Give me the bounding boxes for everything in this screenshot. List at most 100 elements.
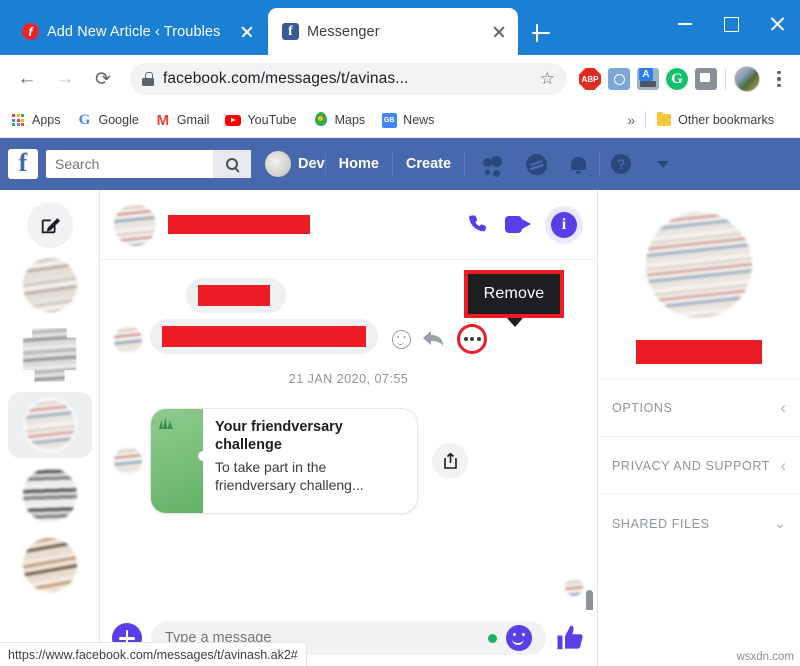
card-thumbnail <box>151 409 208 513</box>
reload-icon[interactable]: ⟳ <box>86 62 120 96</box>
tab-close-icon[interactable] <box>238 23 256 41</box>
screenshot-icon[interactable] <box>695 68 717 90</box>
nav-home[interactable]: Home <box>326 156 392 172</box>
grammarly-icon[interactable]: G <box>666 68 688 90</box>
facebook-user-link[interactable]: Dev <box>265 151 325 177</box>
minimize-icon[interactable] <box>662 0 708 48</box>
tab-close-icon[interactable] <box>490 23 508 41</box>
tab-title: Add New Article ‹ Troubles <box>47 23 221 40</box>
thread-scrollbar[interactable] <box>586 590 593 610</box>
folder-icon <box>656 111 672 128</box>
bookmark-label: Google <box>98 113 139 127</box>
bookmark-gmail[interactable]: M Gmail <box>155 112 210 128</box>
seen-receipt-avatar <box>565 578 583 596</box>
bookmark-youtube[interactable]: YouTube <box>225 112 297 128</box>
friend-requests-icon[interactable] <box>473 147 515 181</box>
kebab-menu-icon[interactable] <box>768 71 790 87</box>
search-icon[interactable] <box>213 150 251 178</box>
browser-tab-bar: f Add New Article ‹ Troubles f Messenger <box>0 0 800 55</box>
list-item[interactable] <box>8 462 92 528</box>
panel-section-shared-files[interactable]: SHARED FILES ⌄ <box>598 494 800 552</box>
bookmark-google[interactable]: G Google <box>77 112 139 128</box>
tab-title: Messenger <box>307 23 380 40</box>
message-timestamp: 21 JAN 2020, 07:55 <box>288 372 409 386</box>
avatar <box>114 326 142 354</box>
avatar[interactable] <box>646 212 752 318</box>
facebook-nav-icons <box>473 147 599 181</box>
address-bar[interactable]: facebook.com/messages/t/avinas... ☆ <box>130 63 567 95</box>
avatar <box>22 328 77 382</box>
details-panel: OPTIONS ‹ PRIVACY AND SUPPORT ‹ SHARED F… <box>598 190 800 666</box>
reply-icon[interactable] <box>423 330 445 348</box>
avatar <box>22 258 77 312</box>
browser-tab-1[interactable]: f Add New Article ‹ Troubles <box>8 8 266 55</box>
profile-avatar[interactable] <box>734 66 760 92</box>
more-actions-icon[interactable] <box>457 324 487 354</box>
facebook-logo-icon[interactable]: f <box>8 149 38 179</box>
message-thread: Remove 21 JAN 2020, 07:55 Your friendver… <box>100 260 597 610</box>
adblock-plus-icon[interactable]: ABP <box>579 68 601 90</box>
bookmark-maps[interactable]: Maps <box>313 112 365 128</box>
nav-create[interactable]: Create <box>393 156 464 172</box>
avatar <box>114 203 156 246</box>
avatar <box>22 468 77 522</box>
list-item[interactable] <box>7 392 92 458</box>
bookmark-news[interactable]: GB News <box>381 112 434 128</box>
news-icon: GB <box>381 112 397 128</box>
red-circle-icon: f <box>22 23 39 40</box>
back-arrow-icon[interactable]: ← <box>10 62 44 96</box>
navbar-divider <box>464 152 466 176</box>
lock-icon <box>142 72 154 86</box>
forward-arrow-icon[interactable]: → <box>48 62 82 96</box>
bookmark-apps[interactable]: Apps <box>10 112 61 128</box>
avatar <box>265 151 291 177</box>
avatar <box>114 447 142 475</box>
message-bubble[interactable] <box>150 319 378 354</box>
conversation-actions: i <box>467 205 583 244</box>
new-tab-button[interactable] <box>528 20 554 46</box>
facebook-user-name: Dev <box>298 156 325 172</box>
help-icon[interactable]: ? <box>600 147 642 181</box>
section-label: OPTIONS <box>612 400 673 415</box>
notifications-icon[interactable] <box>557 147 599 181</box>
list-item[interactable] <box>8 532 92 598</box>
section-label: SHARED FILES <box>612 516 710 531</box>
conversation-panel: i Remove 21 JAN 2020, 07:55 Your friendv… <box>100 190 598 666</box>
camera-icon[interactable] <box>608 68 630 90</box>
react-emoji-icon[interactable] <box>392 329 411 349</box>
bookmark-star-icon[interactable]: ☆ <box>540 69 555 89</box>
address-bar-url: facebook.com/messages/t/avinas... <box>163 70 409 87</box>
compose-icon[interactable] <box>26 202 73 248</box>
thumbs-up-icon[interactable] <box>555 623 585 653</box>
conversation-info-icon[interactable]: i <box>545 205 583 244</box>
message-bubble[interactable] <box>186 278 286 313</box>
remove-tooltip: Remove <box>464 270 564 318</box>
emoji-icon[interactable] <box>506 625 532 651</box>
list-item[interactable] <box>8 252 92 318</box>
friendversary-card[interactable]: Your friendversary challenge To take par… <box>150 408 418 514</box>
search-input[interactable] <box>46 156 213 172</box>
close-icon[interactable] <box>754 0 800 48</box>
messenger-icon[interactable] <box>515 147 557 181</box>
message-redacted <box>198 285 270 306</box>
chevron-left-icon: ‹ <box>780 397 786 417</box>
list-item[interactable] <box>8 322 92 388</box>
browser-toolbar: ← → ⟳ facebook.com/messages/t/avinas... … <box>0 55 800 103</box>
panel-section-privacy[interactable]: PRIVACY AND SUPPORT ‹ <box>598 436 800 494</box>
video-call-icon[interactable] <box>505 216 531 233</box>
other-bookmarks[interactable]: Other bookmarks <box>656 111 774 128</box>
translate-icon[interactable] <box>637 68 659 90</box>
message-redacted <box>162 326 366 347</box>
conversation-header: i <box>100 190 597 260</box>
avatar <box>22 398 77 452</box>
account-dropdown-icon[interactable] <box>642 147 684 181</box>
share-icon[interactable] <box>432 443 468 479</box>
facebook-search[interactable] <box>46 150 251 178</box>
bookmarks-overflow-icon[interactable]: » <box>627 112 635 128</box>
maximize-icon[interactable] <box>708 0 754 48</box>
panel-section-options[interactable]: OPTIONS ‹ <box>598 378 800 436</box>
audio-call-icon[interactable] <box>467 213 491 237</box>
apps-grid-icon <box>10 112 26 128</box>
browser-tab-2[interactable]: f Messenger <box>268 8 518 55</box>
google-icon: G <box>78 111 91 128</box>
